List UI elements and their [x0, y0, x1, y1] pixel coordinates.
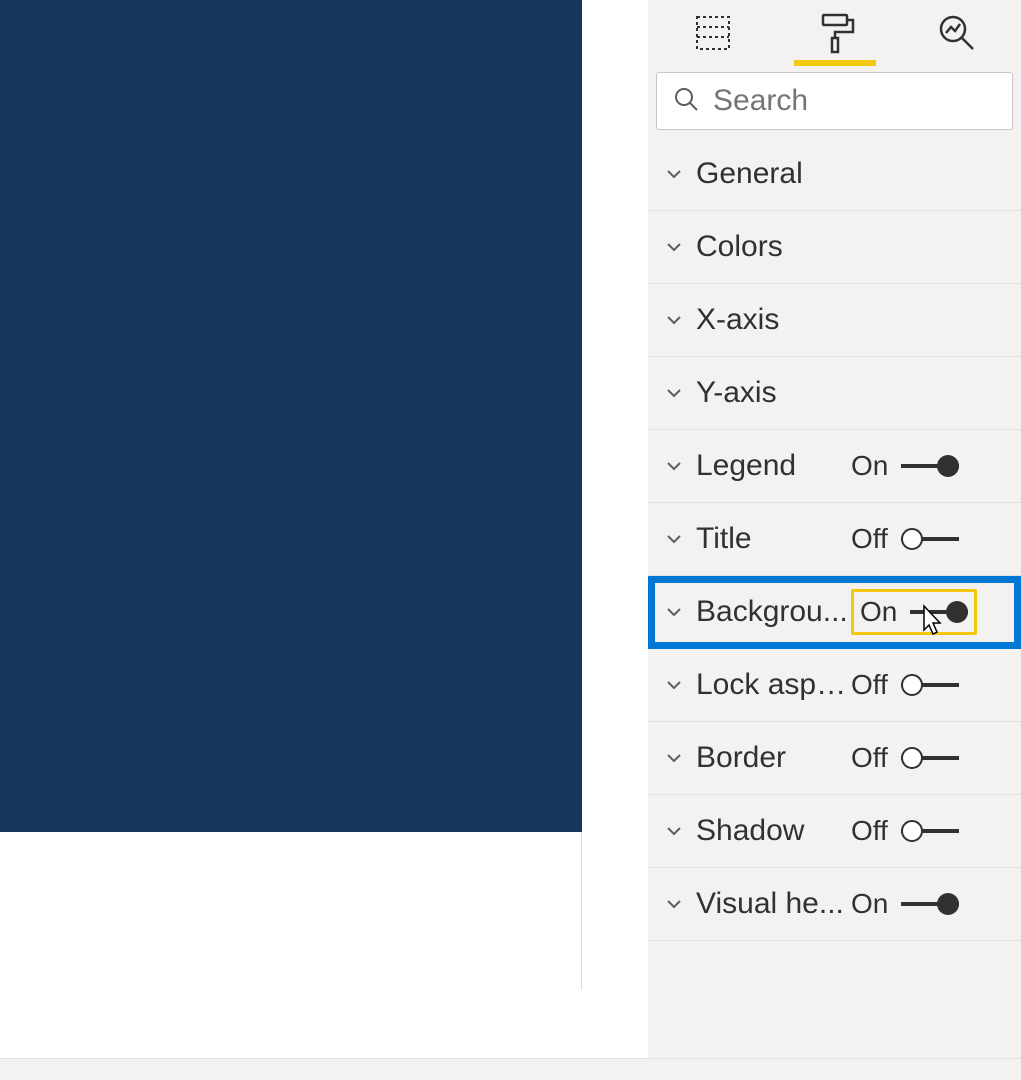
section-label: General [696, 157, 851, 191]
toggle-switch[interactable] [901, 451, 959, 481]
section-shadow[interactable]: Shadow Off [648, 795, 1021, 868]
tab-fields[interactable] [672, 10, 754, 60]
toggle-state-label: Off [851, 815, 895, 847]
section-label: Title [696, 522, 851, 556]
chevron-down-icon [662, 162, 688, 186]
toggle-shadow[interactable]: Off [851, 815, 967, 847]
section-legend[interactable]: Legend On [648, 430, 1021, 503]
toggle-title[interactable]: Off [851, 523, 967, 555]
toggle-state-label: On [851, 450, 895, 482]
toggle-state-label: On [860, 596, 904, 628]
toggle-switch[interactable] [901, 743, 959, 773]
toggle-state-label: Off [851, 669, 895, 701]
fields-icon [691, 11, 735, 60]
paint-roller-icon [813, 11, 857, 60]
section-yaxis[interactable]: Y-axis [648, 357, 1021, 430]
search-input[interactable] [701, 84, 998, 118]
section-label: Colors [696, 230, 851, 264]
toggle-switch[interactable] [901, 889, 959, 919]
tab-analytics[interactable] [916, 10, 998, 60]
toggle-background[interactable]: On [851, 589, 977, 635]
chevron-down-icon [662, 235, 688, 259]
toggle-state-label: On [851, 888, 895, 920]
analytics-icon [935, 11, 979, 60]
section-label: X-axis [696, 303, 851, 337]
search-box[interactable] [656, 72, 1013, 130]
section-label: Shadow [696, 814, 851, 848]
toggle-switch[interactable] [901, 524, 959, 554]
chevron-down-icon [662, 673, 688, 697]
toggle-state-label: Off [851, 742, 895, 774]
section-xaxis[interactable]: X-axis [648, 284, 1021, 357]
toggle-legend[interactable]: On [851, 450, 967, 482]
toggle-border[interactable]: Off [851, 742, 967, 774]
toggle-switch[interactable] [901, 670, 959, 700]
section-label: Y-axis [696, 376, 851, 410]
section-label: Lock aspe... [696, 668, 851, 702]
section-label: Border [696, 741, 851, 775]
toggle-visual-header[interactable]: On [851, 888, 967, 920]
chevron-down-icon [662, 819, 688, 843]
tab-format[interactable] [794, 10, 876, 60]
format-section-list: General Colors X-axis Y-axis Legend [648, 138, 1021, 941]
section-label: Visual he... [696, 887, 851, 921]
toggle-switch[interactable] [901, 816, 959, 846]
status-bar [0, 1058, 1021, 1080]
section-background[interactable]: Backgrou... On [648, 576, 1021, 649]
visual-preview[interactable] [0, 0, 582, 832]
format-panel: General Colors X-axis Y-axis Legend [648, 0, 1021, 1080]
chevron-down-icon [662, 454, 688, 478]
section-label: Backgrou... [696, 595, 851, 629]
section-border[interactable]: Border Off [648, 722, 1021, 795]
search-container [656, 72, 1013, 130]
canvas-area [0, 0, 582, 990]
section-colors[interactable]: Colors [648, 211, 1021, 284]
chevron-down-icon [662, 746, 688, 770]
chevron-down-icon [662, 892, 688, 916]
search-icon [671, 84, 701, 119]
chevron-down-icon [662, 381, 688, 405]
section-label: Legend [696, 449, 851, 483]
chevron-down-icon [662, 527, 688, 551]
chevron-down-icon [662, 600, 688, 624]
section-lock-aspect[interactable]: Lock aspe... Off [648, 649, 1021, 722]
cursor-pointer-icon [916, 604, 946, 647]
toggle-lock-aspect[interactable]: Off [851, 669, 967, 701]
section-title[interactable]: Title Off [648, 503, 1021, 576]
chevron-down-icon [662, 308, 688, 332]
section-visual-header[interactable]: Visual he... On [648, 868, 1021, 941]
toggle-state-label: Off [851, 523, 895, 555]
panel-tabs [648, 0, 1021, 60]
section-general[interactable]: General [648, 138, 1021, 211]
